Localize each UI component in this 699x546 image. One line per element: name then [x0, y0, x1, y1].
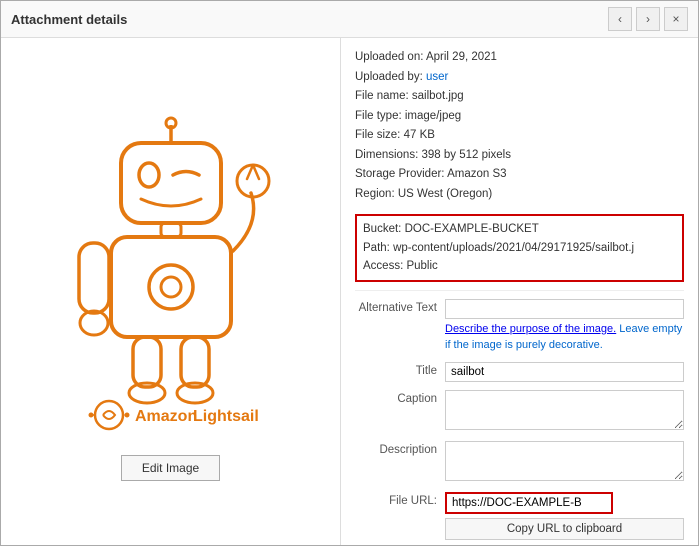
alt-text-value: Describe the purpose of the image. Leave… — [445, 299, 684, 354]
main-content: Amazon Lightsail Edit Image Uploaded on:… — [1, 38, 698, 545]
caption-textarea[interactable] — [445, 390, 684, 430]
file-url-value: Copy URL to clipboard — [445, 492, 684, 540]
titlebar-buttons: ‹ › × — [608, 7, 688, 31]
uploaded-by: Uploaded by: user — [355, 68, 684, 88]
title-field-row: Title — [355, 362, 684, 382]
file-url-label: File URL: — [355, 492, 445, 507]
file-size: File size: 47 KB — [355, 126, 684, 146]
path-info: Path: wp-content/uploads/2021/04/2917192… — [363, 239, 676, 257]
description-value — [445, 441, 684, 484]
close-button[interactable]: × — [664, 7, 688, 31]
description-label: Description — [355, 441, 445, 456]
description-textarea[interactable] — [445, 441, 684, 481]
alt-text-field-row: Alternative Text Describe the purpose of… — [355, 299, 684, 354]
uploaded-on: Uploaded on: April 29, 2021 — [355, 48, 684, 68]
access-info: Access: Public — [363, 257, 676, 275]
copy-url-button[interactable]: Copy URL to clipboard — [445, 518, 684, 540]
forward-button[interactable]: › — [636, 7, 660, 31]
dimensions: Dimensions: 398 by 512 pixels — [355, 146, 684, 166]
edit-image-button[interactable]: Edit Image — [121, 455, 220, 481]
titlebar: Attachment details ‹ › × — [1, 1, 698, 38]
file-url-field-row: File URL: Copy URL to clipboard — [355, 492, 684, 540]
bucket-info: Bucket: DOC-EXAMPLE-BUCKET — [363, 220, 676, 238]
divider-1 — [355, 290, 684, 291]
alt-text-label: Alternative Text — [355, 299, 445, 314]
back-button[interactable]: ‹ — [608, 7, 632, 31]
caption-value — [445, 390, 684, 433]
title-label: Title — [355, 362, 445, 377]
image-preview: Amazon Lightsail — [31, 103, 311, 443]
storage-provider: Storage Provider: Amazon S3 — [355, 165, 684, 185]
svg-text:Amazon: Amazon — [135, 408, 197, 425]
attachment-details-window: Attachment details ‹ › × — [0, 0, 699, 546]
caption-label: Caption — [355, 390, 445, 405]
right-panel: Uploaded on: April 29, 2021 Uploaded by:… — [341, 38, 698, 545]
user-link[interactable]: user — [426, 71, 448, 83]
highlighted-info-box: Bucket: DOC-EXAMPLE-BUCKET Path: wp-cont… — [355, 214, 684, 281]
file-url-input[interactable] — [445, 492, 613, 514]
caption-field-row: Caption — [355, 390, 684, 433]
file-type: File type: image/jpeg — [355, 107, 684, 127]
file-name: File name: sailbot.jpg — [355, 87, 684, 107]
robot-image: Amazon Lightsail — [41, 113, 301, 433]
description-field-row: Description — [355, 441, 684, 484]
region: Region: US West (Oregon) — [355, 185, 684, 205]
title-input[interactable] — [445, 362, 684, 382]
describe-purpose-link[interactable]: Describe the purpose of the image. — [445, 323, 616, 335]
window-title: Attachment details — [11, 12, 127, 27]
alt-text-input[interactable] — [445, 299, 684, 319]
svg-text:Lightsail: Lightsail — [193, 408, 259, 425]
title-value — [445, 362, 684, 382]
alt-text-note: Describe the purpose of the image. Leave… — [445, 321, 684, 354]
meta-section: Uploaded on: April 29, 2021 Uploaded by:… — [355, 48, 684, 204]
left-panel: Amazon Lightsail Edit Image — [1, 38, 341, 545]
